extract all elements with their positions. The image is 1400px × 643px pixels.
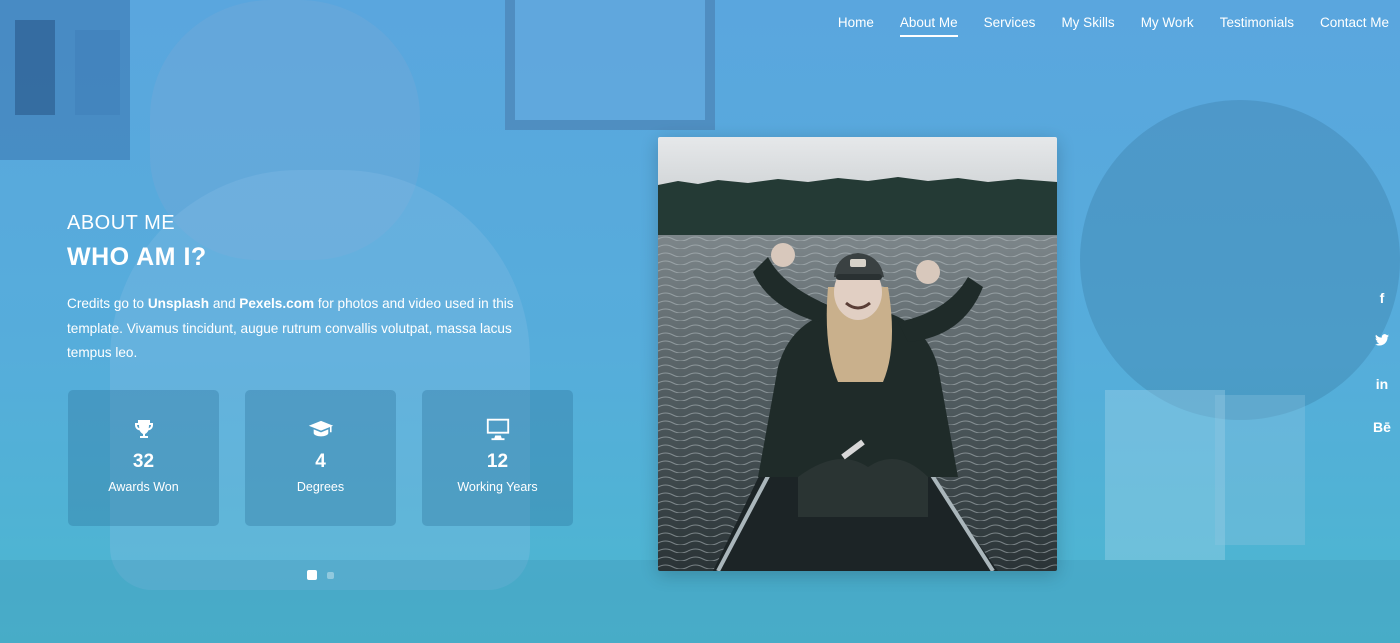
behance-icon[interactable]: Bē xyxy=(1372,417,1392,437)
linkedin-icon[interactable]: in xyxy=(1372,374,1392,394)
stat-value: 12 xyxy=(486,451,509,472)
nav-testimonials[interactable]: Testimonials xyxy=(1220,9,1294,36)
stat-card-degrees: 4 Degrees xyxy=(245,390,396,526)
book xyxy=(15,20,55,115)
stat-card-working-years: 12 Working Years xyxy=(422,390,573,526)
plant xyxy=(1080,100,1400,420)
profile-photo xyxy=(658,137,1057,571)
twitter-icon[interactable] xyxy=(1372,331,1392,351)
facebook-icon[interactable]: f xyxy=(1372,288,1392,308)
nav-services[interactable]: Services xyxy=(984,9,1036,36)
wall-frame xyxy=(505,0,715,130)
book xyxy=(75,30,120,115)
section-title: WHO AM I? xyxy=(67,243,207,271)
desktop-icon xyxy=(485,416,511,442)
carousel-dots xyxy=(307,570,344,580)
pot xyxy=(1215,395,1305,545)
stat-value: 32 xyxy=(132,451,155,472)
main-nav: Home About Me Services My Skills My Work… xyxy=(812,0,1400,44)
nav-my-skills[interactable]: My Skills xyxy=(1061,9,1114,36)
text-and: and xyxy=(209,296,240,311)
carousel-dot[interactable] xyxy=(327,571,334,579)
nav-contact-me[interactable]: Contact Me xyxy=(1320,9,1389,36)
stats-row: 32 Awards Won 4 Degrees 12 Working Years xyxy=(68,390,573,526)
person-in-canoe-photo xyxy=(658,137,1057,571)
about-description: Credits go to Unsplash and Pexels.com fo… xyxy=(67,292,547,366)
stat-value: 4 xyxy=(315,451,326,472)
stat-label: Degrees xyxy=(296,480,345,494)
nav-my-work[interactable]: My Work xyxy=(1141,9,1194,36)
stat-card-awards: 32 Awards Won xyxy=(68,390,219,526)
table xyxy=(0,560,1400,643)
nav-home[interactable]: Home xyxy=(838,9,874,36)
stat-label: Working Years xyxy=(457,480,538,494)
section-label: ABOUT ME xyxy=(67,212,176,234)
nav-about-me[interactable]: About Me xyxy=(899,9,958,37)
carousel-dot-active[interactable] xyxy=(307,570,317,580)
social-links: f in Bē xyxy=(1372,288,1392,460)
text-prefix: Credits go to xyxy=(67,296,148,311)
pot xyxy=(1105,390,1225,560)
stat-label: Awards Won xyxy=(108,480,179,494)
trophy-icon xyxy=(131,416,157,442)
pexels-link[interactable]: Pexels.com xyxy=(239,296,314,311)
graduation-cap-icon xyxy=(308,416,334,442)
unsplash-link[interactable]: Unsplash xyxy=(148,296,209,311)
